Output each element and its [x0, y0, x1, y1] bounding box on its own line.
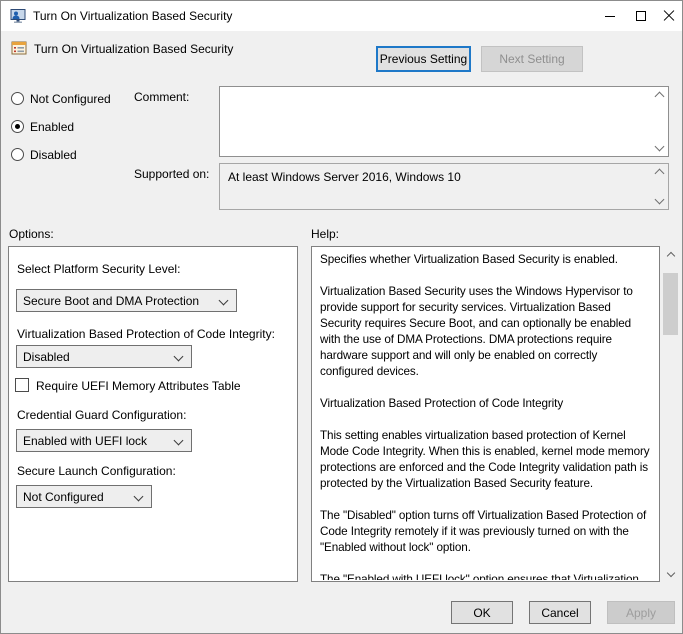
scroll-up-icon [656, 170, 663, 177]
help-scrollbar[interactable] [662, 247, 679, 581]
help-paragraph: The "Enabled with UEFI lock" option ensu… [320, 572, 652, 580]
uefi-memory-attributes-checkbox[interactable] [15, 378, 29, 392]
policy-setting-icon [11, 40, 27, 56]
scroll-down-icon[interactable] [656, 143, 663, 150]
radio-indicator-selected [11, 120, 24, 133]
maximize-button[interactable] [625, 1, 656, 31]
radio-indicator [11, 148, 24, 161]
scrollbar-up-button[interactable] [662, 247, 679, 264]
close-icon [663, 10, 675, 22]
chevron-down-icon [174, 436, 184, 446]
chevron-down-icon [174, 352, 184, 362]
selected-value: Not Configured [17, 490, 135, 504]
help-paragraph: The "Disabled" option turns off Virtuali… [320, 508, 652, 556]
supported-on-value: At least Windows Server 2016, Windows 10 [228, 170, 461, 184]
radio-disabled[interactable]: Disabled [11, 147, 77, 162]
selected-value: Secure Boot and DMA Protection [17, 294, 220, 308]
uefi-memory-attributes-label: Require UEFI Memory Attributes Table [36, 379, 241, 393]
secure-launch-select[interactable]: Not Configured [16, 485, 152, 508]
scroll-up-icon [666, 251, 674, 259]
help-section-label: Help: [311, 227, 339, 241]
radio-label: Disabled [30, 148, 77, 162]
radio-label: Not Configured [30, 92, 111, 106]
minimize-icon [605, 16, 615, 17]
platform-security-level-label: Select Platform Security Level: [17, 262, 180, 276]
secure-launch-label: Secure Launch Configuration: [17, 464, 176, 478]
help-paragraph: This setting enables virtualization base… [320, 428, 652, 492]
code-integrity-protection-select[interactable]: Disabled [16, 345, 192, 368]
scroll-up-icon[interactable] [656, 93, 663, 100]
platform-security-level-select[interactable]: Secure Boot and DMA Protection [16, 289, 237, 312]
close-button[interactable] [653, 1, 683, 31]
ok-button[interactable]: OK [451, 601, 513, 624]
help-paragraph: Specifies whether Virtualization Based S… [320, 252, 652, 268]
credential-guard-label: Credential Guard Configuration: [17, 408, 186, 422]
scrollbar-down-button[interactable] [662, 564, 679, 581]
cancel-button[interactable]: Cancel [529, 601, 591, 624]
title-bar: Turn On Virtualization Based Security [1, 1, 682, 31]
scroll-down-icon [656, 196, 663, 203]
setting-header: Turn On Virtualization Based Security Pr… [1, 31, 682, 76]
help-panel: Specifies whether Virtualization Based S… [311, 246, 660, 582]
chevron-down-icon [219, 296, 229, 306]
options-section-label: Options: [9, 227, 54, 241]
dialog-window: Turn On Virtualization Based Security Tu… [0, 0, 683, 634]
help-paragraph: Virtualization Based Protection of Code … [320, 396, 652, 412]
window-title: Turn On Virtualization Based Security [33, 1, 232, 31]
credential-guard-select[interactable]: Enabled with UEFI lock [16, 429, 192, 452]
chevron-down-icon [134, 492, 144, 502]
help-text: Specifies whether Virtualization Based S… [320, 252, 652, 580]
comment-label: Comment: [134, 90, 189, 104]
selected-value: Enabled with UEFI lock [17, 434, 175, 448]
radio-label: Enabled [30, 120, 74, 134]
radio-not-configured[interactable]: Not Configured [11, 91, 111, 106]
help-paragraph: Virtualization Based Security uses the W… [320, 284, 652, 380]
app-icon [10, 8, 26, 24]
setting-title: Turn On Virtualization Based Security [34, 42, 233, 56]
maximize-icon [636, 11, 646, 21]
radio-indicator [11, 92, 24, 105]
minimize-button[interactable] [594, 1, 625, 31]
supported-on-label: Supported on: [134, 167, 209, 181]
scrollbar-thumb[interactable] [663, 273, 678, 335]
options-panel: Select Platform Security Level: Secure B… [8, 246, 298, 582]
selected-value: Disabled [17, 350, 175, 364]
next-setting-button[interactable]: Next Setting [481, 46, 583, 72]
scroll-down-icon [666, 568, 674, 576]
comment-input[interactable] [219, 86, 669, 157]
supported-on-box: At least Windows Server 2016, Windows 10 [219, 163, 669, 210]
previous-setting-button[interactable]: Previous Setting [376, 46, 471, 72]
code-integrity-protection-label: Virtualization Based Protection of Code … [17, 327, 275, 341]
radio-enabled[interactable]: Enabled [11, 119, 74, 134]
apply-button[interactable]: Apply [607, 601, 675, 624]
